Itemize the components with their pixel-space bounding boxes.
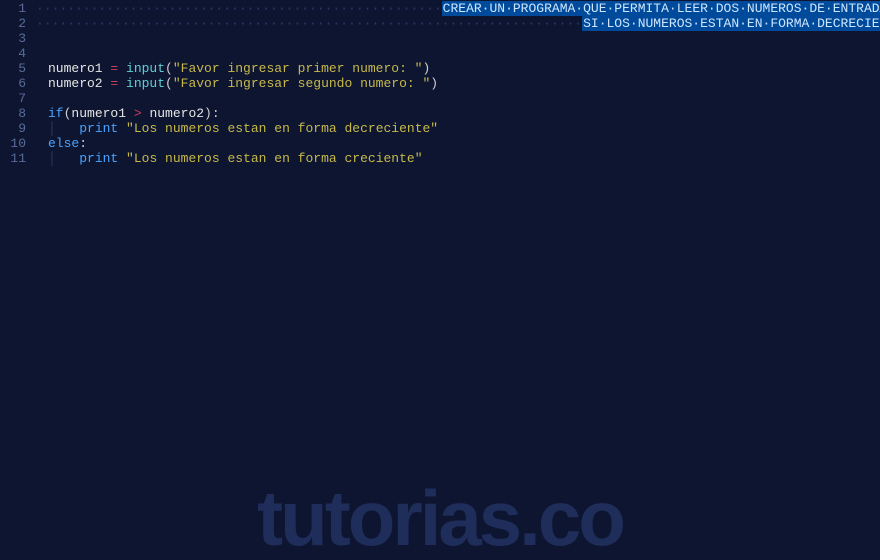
- code-line-7[interactable]: [36, 91, 880, 106]
- line-number: 9: [0, 121, 26, 136]
- line-number: 7: [0, 91, 26, 106]
- code-line-9[interactable]: │ print "Los numeros estan en forma decr…: [36, 121, 880, 136]
- line-number: 8: [0, 106, 26, 121]
- line-number: 5: [0, 61, 26, 76]
- code-line-5[interactable]: numero1 = input("Favor ingresar primer n…: [36, 61, 880, 76]
- code-line-2[interactable]: ········································…: [36, 16, 880, 31]
- code-line-6[interactable]: numero2 = input("Favor ingresar segundo …: [36, 76, 880, 91]
- selected-comment-1: CREAR·UN·PROGRAMA·QUE·PERMITA·LEER·DOS·N…: [442, 1, 880, 16]
- line-number: 4: [0, 46, 26, 61]
- code-line-11[interactable]: │ print "Los numeros estan en forma crec…: [36, 151, 880, 166]
- code-line-8[interactable]: if(numero1 > numero2):: [36, 106, 880, 121]
- code-line-4[interactable]: [36, 46, 880, 61]
- line-number-gutter: 1234567891011: [0, 0, 36, 560]
- line-number: 10: [0, 136, 26, 151]
- code-editor[interactable]: 1234567891011 ··························…: [0, 0, 880, 560]
- line-number: 3: [0, 31, 26, 46]
- code-content[interactable]: ········································…: [36, 0, 880, 560]
- code-line-3[interactable]: [36, 31, 880, 46]
- code-line-10[interactable]: else:: [36, 136, 880, 151]
- line-number: 1: [0, 1, 26, 16]
- line-number: 11: [0, 151, 26, 166]
- code-line-1[interactable]: ········································…: [36, 1, 880, 16]
- line-number: 2: [0, 16, 26, 31]
- line-number: 6: [0, 76, 26, 91]
- selected-comment-2: SI·LOS·NUMEROS·ESTAN·EN·FORMA·DECRECIENT…: [582, 16, 880, 31]
